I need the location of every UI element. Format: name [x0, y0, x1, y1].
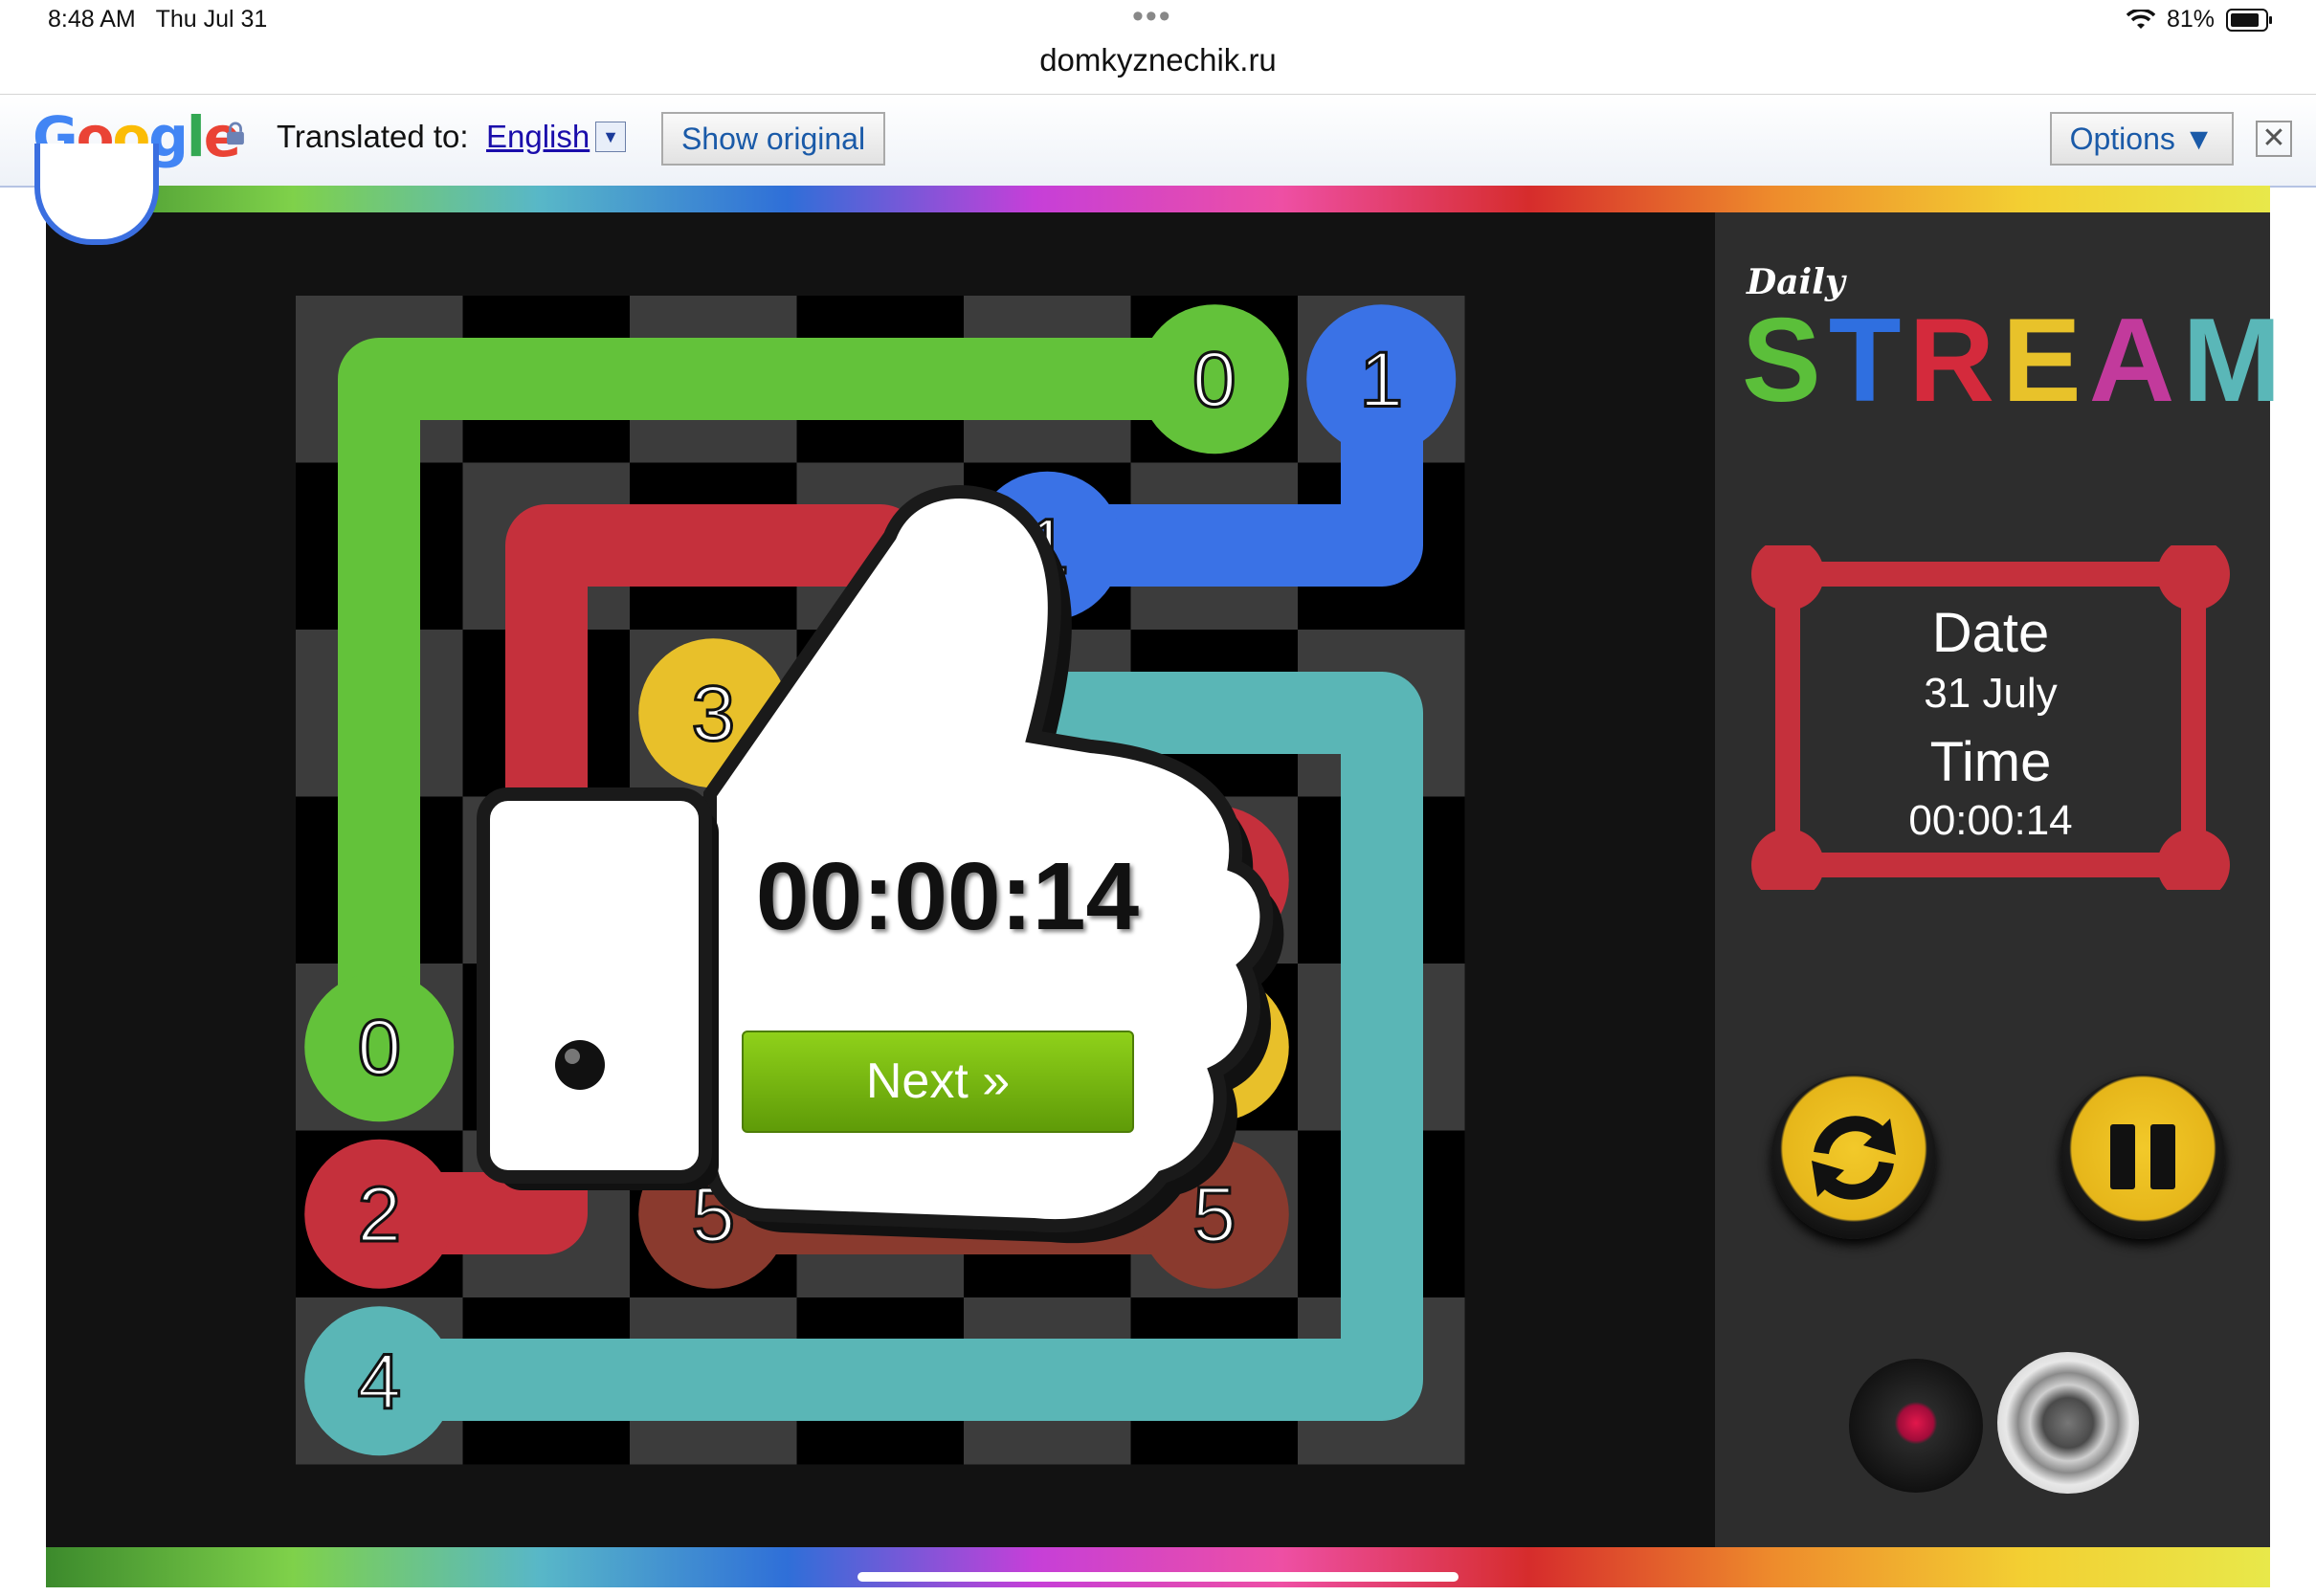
- flow-dot-label: 2: [357, 1171, 401, 1258]
- pause-icon: [2110, 1124, 2175, 1189]
- logo-letter: A: [2088, 295, 2183, 427]
- refresh-icon: [1812, 1116, 1896, 1200]
- next-button[interactable]: Next »: [742, 1031, 1134, 1133]
- cuff-button-shine: [565, 1049, 580, 1064]
- time-value: 00:00:14: [1908, 797, 2073, 844]
- date-label: Date: [1931, 602, 2050, 664]
- flow-dot-label: 1: [1359, 336, 1403, 423]
- refresh-button[interactable]: [1771, 1075, 1936, 1239]
- date-value: 31 July: [1924, 670, 2058, 717]
- home-indicator: [857, 1572, 1459, 1582]
- logo-letter: M: [2182, 295, 2289, 427]
- logo-letter: S: [1742, 295, 1829, 427]
- record-button[interactable]: [1849, 1359, 1983, 1493]
- flow-dot[interactable]: 2: [304, 1139, 455, 1289]
- speaker-button[interactable]: [1997, 1352, 2139, 1494]
- pause-button[interactable]: [2060, 1075, 2225, 1239]
- flow-dot[interactable]: 4: [304, 1306, 455, 1456]
- cuff-button: [555, 1040, 605, 1090]
- flow-dot-label: 0: [1192, 336, 1236, 423]
- thumb-cuff: [477, 787, 712, 1184]
- logo-letter: T: [1828, 295, 1909, 427]
- flow-dot-label: 3: [691, 670, 735, 757]
- flow-dot[interactable]: 1: [1306, 304, 1457, 454]
- logo-letter: E: [2002, 295, 2089, 427]
- flow-dot-label: 0: [357, 1004, 401, 1091]
- logo-letter: R: [1908, 295, 2003, 427]
- flow-dot[interactable]: 0: [1139, 304, 1289, 454]
- time-label: Time: [1929, 731, 2052, 793]
- flow-dot[interactable]: 0: [304, 972, 455, 1122]
- popup-timer: 00:00:14: [755, 843, 1140, 950]
- logo-stream: STREAM: [1742, 293, 2289, 429]
- flow-dot-label: 4: [357, 1338, 401, 1425]
